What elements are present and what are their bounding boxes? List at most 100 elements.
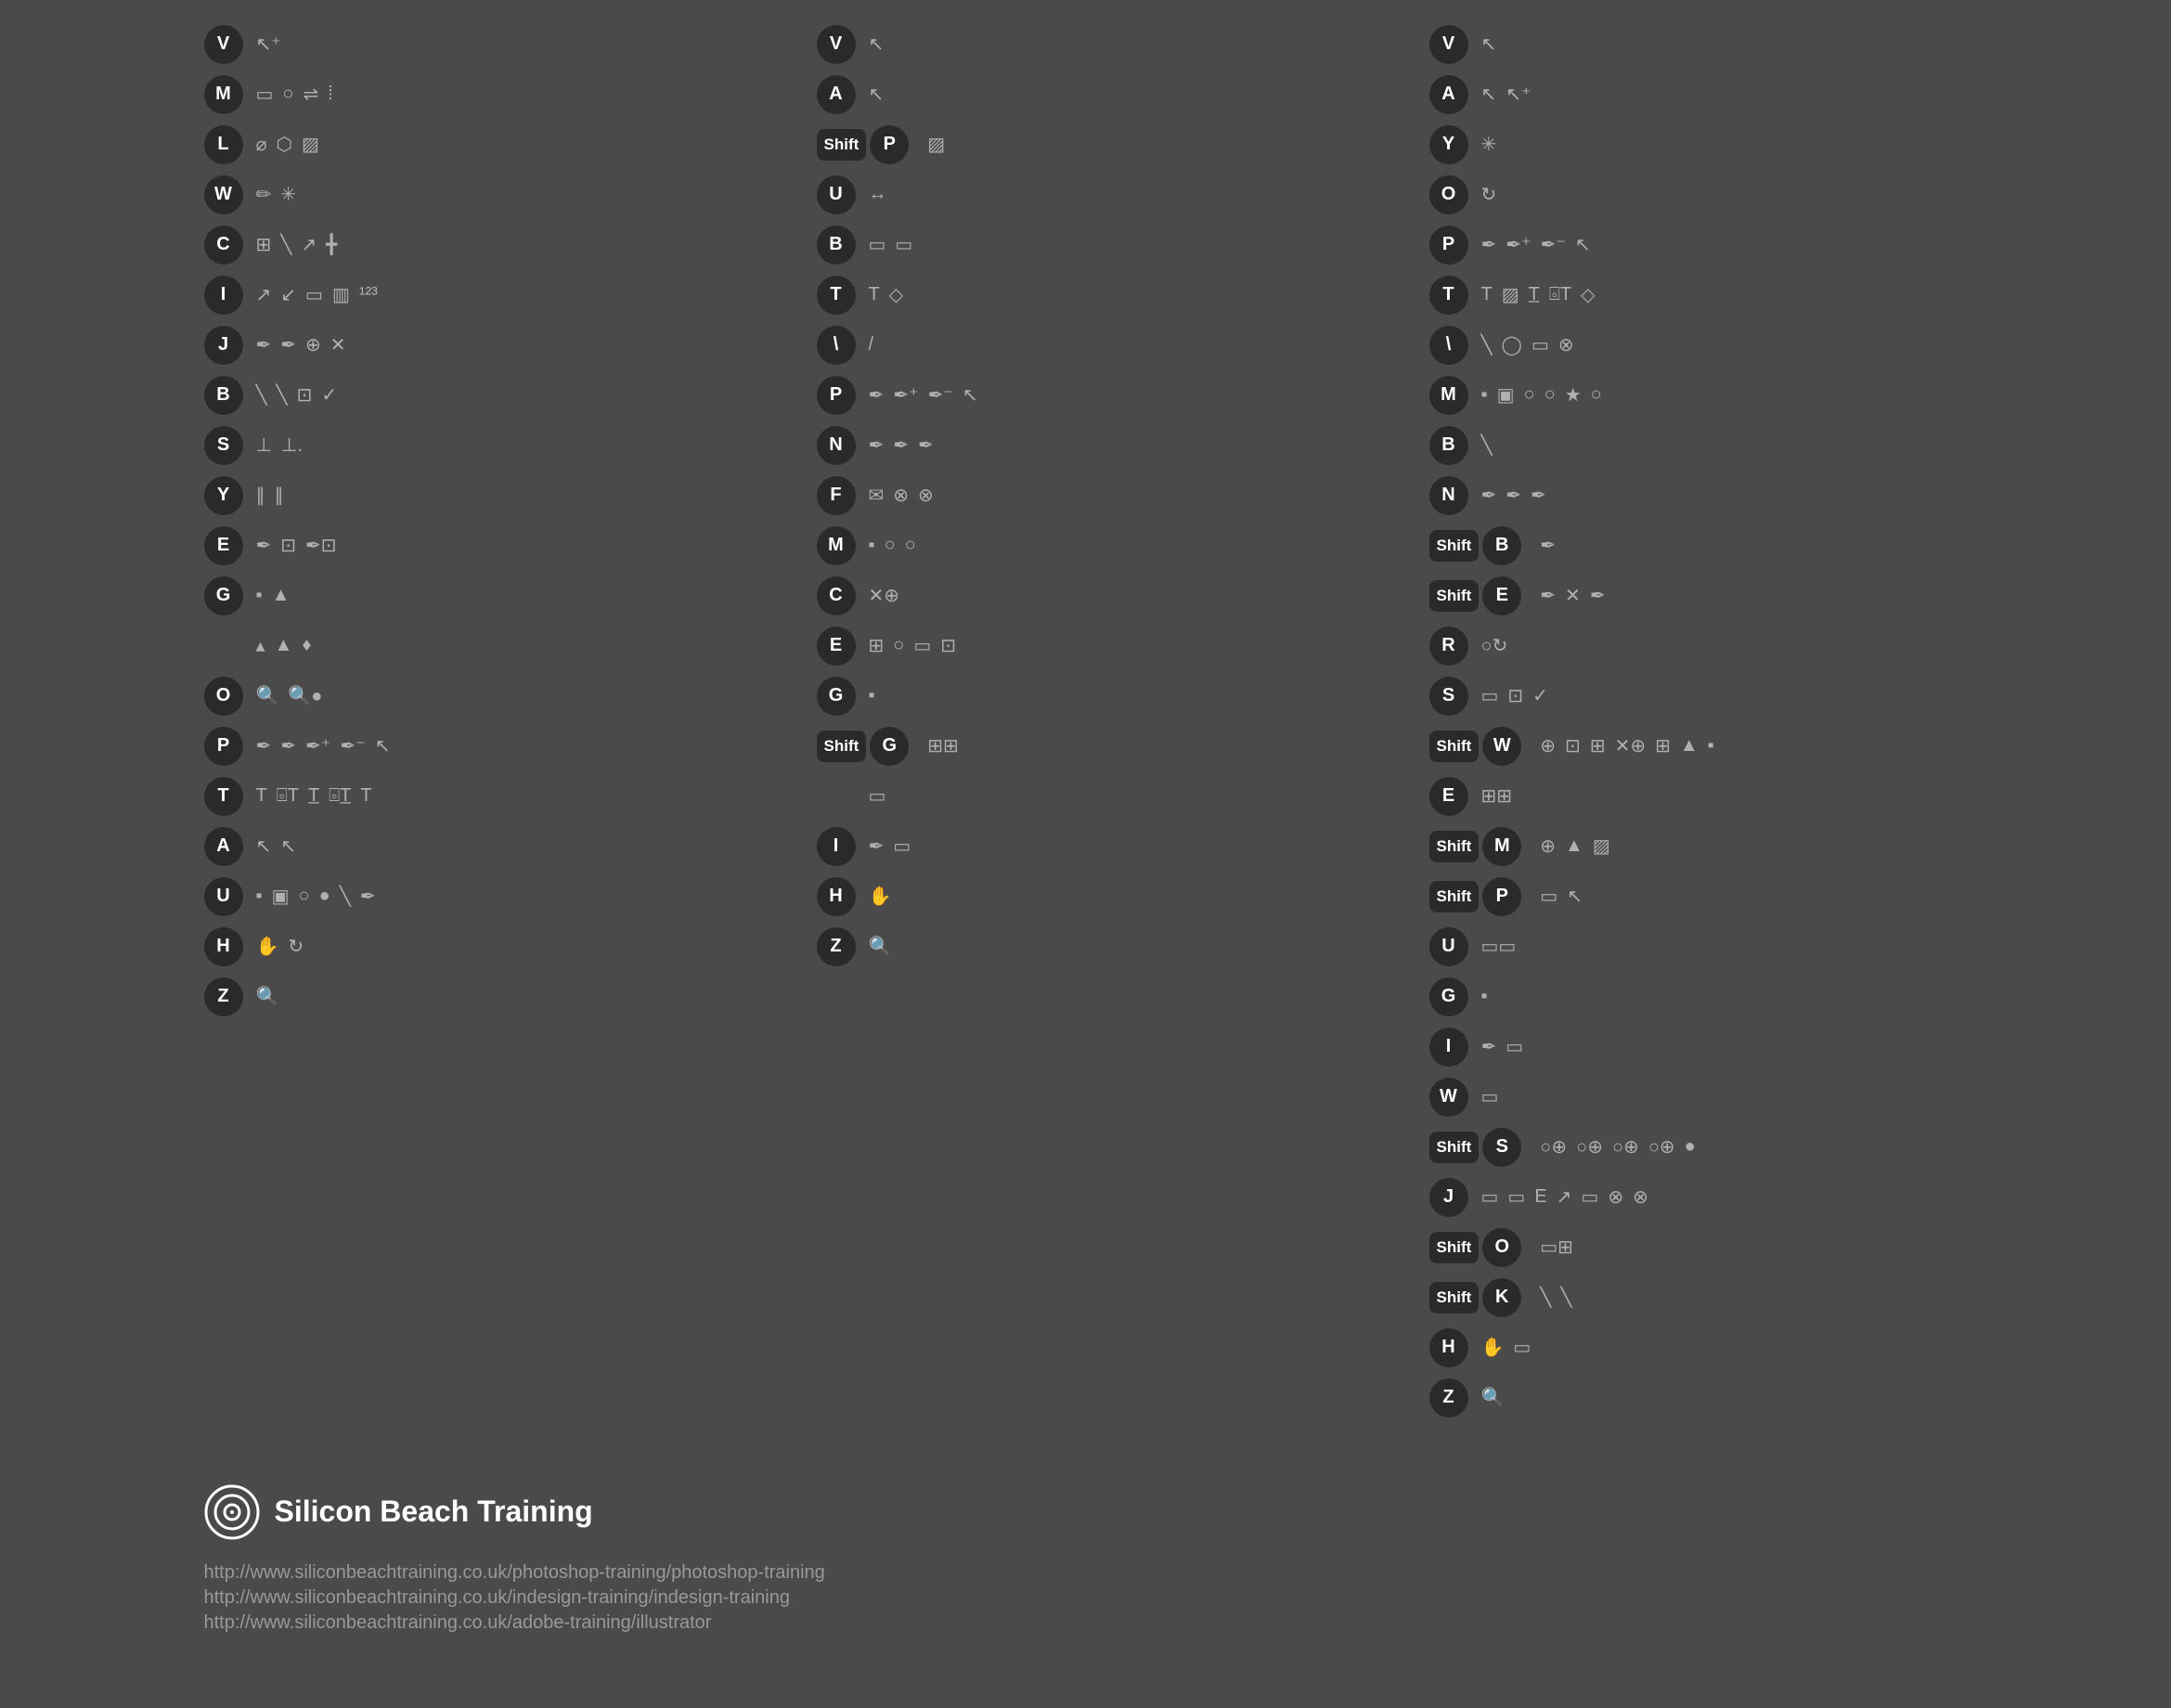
icon-art-history: ∥ — [275, 484, 284, 507]
shortcut-row: Z 🔍 — [817, 927, 1429, 966]
key-badge: \ — [1429, 326, 1468, 365]
key-badge: M — [1429, 376, 1468, 415]
shortcut-row: G ▪ ▲ — [204, 576, 817, 615]
key-badge: G — [204, 576, 243, 615]
key-badge: M — [817, 526, 856, 565]
key-badge: J — [204, 326, 243, 365]
key-badge: V — [817, 25, 856, 64]
icon-add-anchor: ✒⁺ — [305, 734, 330, 757]
shortcut-icons: ▭⊞ — [1540, 1236, 1579, 1259]
key-badge: B — [1429, 426, 1468, 465]
key-badge: P — [1429, 226, 1468, 265]
indesign-shortcuts: V ↖ A ↖ Shift P — [817, 25, 1429, 966]
key-badge: S — [204, 426, 243, 465]
shortcut-icons: ✒ ✒ ✒ — [1481, 484, 1552, 507]
icon-del-anchor: ✒⁻ — [1541, 233, 1566, 256]
icon-scissors-tool: ✕⊕ — [869, 584, 900, 607]
icon-patch: ⊕ — [305, 333, 321, 356]
shortcut-icons: ✒ ▭ — [869, 835, 917, 858]
icon-line-graph: ↗ — [1557, 1185, 1572, 1209]
icon-vert-mask: ⌻T̲ — [329, 785, 351, 807]
icon-pencil: ╲ — [277, 383, 288, 407]
shortcut-icons: ✳ — [1481, 133, 1503, 156]
icon-zoom: 🔍 — [256, 985, 279, 1008]
key-badge: T — [1429, 276, 1468, 315]
icon-erase-path: ✒ — [918, 433, 934, 457]
icon-blob-brush: ✒ — [1540, 534, 1556, 557]
shortcut-row: H ✋ ↻ — [204, 927, 817, 966]
icon-brush: ╲ — [256, 383, 267, 407]
icon-measure: ▭ — [893, 835, 911, 858]
shortcut-row: B ╲ ╲ ⊡ ✓ — [204, 376, 817, 415]
key-badge: E — [1429, 777, 1468, 816]
icon-gradient: ▪ — [1481, 986, 1488, 1007]
icon-rotate: ○↻ — [1481, 634, 1508, 657]
key-badge: L — [204, 125, 243, 164]
shortcut-icons: ✒ ✕ ✒ — [1540, 584, 1610, 607]
shortcut-icons: ▭ ▭ E ↗ ▭ ⊗ ⊗ — [1481, 1185, 1654, 1209]
shift-group: Shift P — [817, 125, 923, 164]
icon-paint-bucket: ▲ — [272, 585, 291, 606]
icon-crop: ⊞ — [256, 233, 272, 256]
shortcut-row: T T ⌻T T̲ ⌻T̲ T — [204, 777, 817, 816]
key-badge: I — [817, 827, 856, 866]
icon-rounded-rect: ▣ — [1497, 383, 1515, 407]
icon-smooth: ✒ — [893, 433, 909, 457]
shortcut-row: E ⊞⊞ — [1429, 777, 2042, 816]
icon-redeye: ✕ — [330, 333, 346, 356]
illustrator-shortcuts: V ↖ A ↖ ↖⁺ Y ✳ — [1429, 25, 2042, 1417]
icon-gradient: ▪ — [256, 585, 263, 606]
icon-slice: ╲ — [280, 233, 291, 256]
key-empty — [817, 777, 856, 816]
icon-dir-sel: ↖ — [280, 835, 296, 858]
shortcut-row: Y ∥ ∥ — [204, 476, 817, 515]
shortcut-icons: ▪ — [869, 685, 881, 706]
shortcut-icons: ╲ ╲ — [1540, 1286, 1577, 1309]
icon-burn: ▲ — [275, 635, 293, 656]
key-badge: U — [817, 175, 856, 214]
icon-gradient-swatch: ▪ — [869, 685, 875, 706]
icon-hand: ✋ — [869, 885, 892, 908]
icon-scissors: ⊗ — [893, 484, 909, 507]
shortcut-icons: ✋ ▭ — [1481, 1336, 1537, 1359]
key-badge: U — [1429, 927, 1468, 966]
icon-magic-wand: ✳ — [1481, 133, 1497, 156]
shortcut-icons: ▭ ○ ⇌ ⁞ — [256, 83, 339, 106]
shortcut-icons: T ◇ — [869, 283, 910, 306]
footer-brand-name: Silicon Beach Training — [275, 1494, 593, 1529]
key-badge: A — [1429, 75, 1468, 114]
icon-twirl: ⊡ — [1565, 734, 1581, 757]
icon-gradient-feather: ⊞⊞ — [927, 734, 959, 757]
shortcut-row: ▴ ▲ ♦ — [204, 627, 817, 666]
icon-warp: ⊕ — [1540, 734, 1556, 757]
shift-label: Shift — [1429, 1232, 1480, 1263]
shift-label: Shift — [1429, 580, 1480, 612]
shortcut-row: G ▪ — [817, 677, 1429, 716]
icon-reshape: ✓ — [1532, 684, 1548, 707]
key-badge: N — [1429, 476, 1468, 515]
icon-frame-ellipse: ▭ — [895, 233, 912, 256]
icon-pencil: ✒ — [869, 433, 885, 457]
shortcut-icons: ✒ ✒ ✒ — [869, 433, 939, 457]
icon-convert: ↖ — [1575, 233, 1591, 256]
shortcut-icons: ↖ ↖⁺ — [1481, 83, 1537, 106]
indesign-column: InDesign V ↖ A ↖ Shift — [817, 0, 1429, 1429]
icon-convert: ↖ — [963, 383, 978, 407]
shortcut-row: A ↖ ↖⁺ — [1429, 75, 2042, 114]
footer-links: http://www.siliconbeachtraining.co.uk/ph… — [204, 1562, 825, 1634]
icon-free-transform: ⊞⊞ — [1481, 784, 1513, 808]
shortcut-row: Shift O ▭⊞ — [1429, 1228, 2042, 1267]
shortcut-row: H ✋ — [817, 877, 1429, 916]
shortcut-row: Shift S ○⊕ ○⊕ ○⊕ ○⊕ ● — [1429, 1128, 2042, 1167]
icon-pen: ✒ — [256, 734, 272, 757]
icon-poly: ○ — [905, 535, 916, 556]
key-badge: V — [204, 25, 243, 64]
shortcut-icons: ✕⊕ — [869, 584, 906, 607]
key-badge: P — [1482, 877, 1521, 916]
icon-clone-stamp: ⊥ — [256, 433, 272, 457]
icon-mesh: ▭▭ — [1481, 935, 1517, 958]
icon-hand: ✋ — [1481, 1336, 1505, 1359]
shortcut-icons: ∥ ∥ — [256, 484, 290, 507]
icon-rounded-rect: ▣ — [272, 885, 290, 908]
icon-line: ╲ — [1481, 333, 1493, 356]
